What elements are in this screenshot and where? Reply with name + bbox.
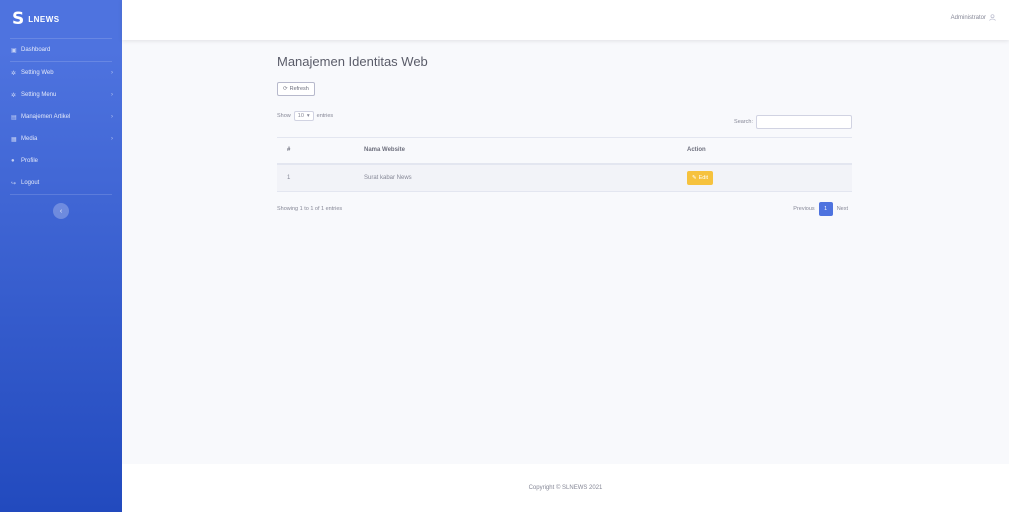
main-content: Manajemen Identitas Web ⟳ Refresh Show 1… (122, 40, 1009, 464)
page-title: Manajemen Identitas Web (277, 54, 428, 69)
brand-mark: S (12, 9, 25, 29)
sidebar-item-label: Manajemen Artikel (21, 114, 71, 120)
refresh-icon: ⟳ (283, 86, 288, 92)
search-label: Search: (734, 119, 753, 125)
sidebar-item-profile[interactable]: ● Profile (0, 150, 122, 172)
refresh-label: Refresh (289, 86, 309, 92)
entries-label: entries (316, 113, 334, 119)
image-icon: ▦ (11, 136, 17, 143)
column-header-action[interactable]: Action (677, 137, 852, 165)
chevron-right-icon: › (111, 92, 113, 98)
logout-icon: ↪ (11, 180, 17, 187)
folder-icon: ▤ (11, 114, 17, 121)
search-input[interactable] (756, 115, 852, 129)
chevron-down-icon: ▾ (306, 113, 310, 119)
pagination-previous[interactable]: Previous (789, 202, 818, 216)
show-label: Show (277, 113, 291, 119)
cell-website-name: Surat kabar News (354, 163, 677, 192)
gear-icon: ✲ (11, 70, 17, 77)
identity-table: # Nama Website Action 1 Surat kabar News… (277, 137, 852, 192)
user-icon: ● (11, 158, 15, 164)
username: Administrator (950, 14, 986, 21)
sidebar-item-label: Profile (21, 158, 39, 164)
sidebar-item-setting-web[interactable]: ✲ Setting Web › (0, 62, 122, 84)
sidebar-item-manajemen-artikel[interactable]: ▤ Manajemen Artikel › (0, 106, 122, 128)
cell-number: 1 (277, 163, 354, 192)
pencil-icon: ✎ (692, 174, 697, 181)
sidebar-item-media[interactable]: ▦ Media › (0, 128, 122, 150)
sidebar-item-label: Setting Web (21, 70, 54, 76)
user-icon (989, 14, 996, 21)
edit-button[interactable]: ✎ Edit (687, 170, 714, 185)
brand-logo[interactable]: S LNEWS (0, 0, 122, 38)
sidebar-toggle-button[interactable]: ‹ (53, 203, 69, 219)
gear-icon: ✲ (11, 92, 17, 99)
sidebar-item-setting-menu[interactable]: ✲ Setting Menu › (0, 84, 122, 106)
table-row: 1 Surat kabar News ✎ Edit (277, 163, 852, 192)
pagination-next[interactable]: Next (833, 202, 852, 216)
pagination-page-1[interactable]: 1 (818, 202, 833, 216)
sidebar-item-label: Dashboard (21, 47, 51, 53)
column-header-number[interactable]: # (277, 137, 354, 165)
sidebar-item-label: Logout (21, 180, 40, 186)
entries-select[interactable]: 10 ▾ (293, 111, 314, 121)
topbar: Administrator (122, 0, 1009, 40)
chevron-left-icon: ‹ (59, 207, 63, 215)
chevron-right-icon: › (111, 70, 113, 76)
sidebar: S LNEWS ▣ Dashboard ✲ Setting Web › ✲ Se… (0, 0, 122, 512)
footer: Copyright © SLNEWS 2021 (122, 464, 1009, 512)
user-dropdown[interactable]: Administrator (951, 14, 996, 21)
chevron-right-icon: › (111, 114, 113, 120)
sidebar-item-label: Media (21, 136, 38, 142)
cell-action: ✎ Edit (677, 163, 852, 192)
table-info: Showing 1 to 1 of 1 entries (277, 206, 343, 212)
sidebar-divider (10, 194, 112, 195)
sidebar-item-label: Setting Menu (21, 92, 57, 98)
pagination: Previous 1 Next (789, 202, 852, 216)
entries-value: 10 (297, 113, 304, 119)
chevron-right-icon: › (111, 136, 113, 142)
dashboard-icon: ▣ (11, 47, 17, 54)
sidebar-item-dashboard[interactable]: ▣ Dashboard (0, 39, 122, 61)
refresh-button[interactable]: ⟳ Refresh (277, 82, 315, 96)
copyright-text: Copyright © SLNEWS 2021 (528, 485, 603, 491)
sidebar-item-logout[interactable]: ↪ Logout (0, 172, 122, 194)
column-header-website-name[interactable]: Nama Website (354, 137, 677, 165)
table-search: Search: (734, 115, 852, 129)
edit-label: Edit (698, 174, 709, 181)
brand-name: LNEWS (28, 14, 60, 24)
table-header-row: # Nama Website Action (277, 137, 852, 165)
entries-length-control: Show 10 ▾ entries (277, 111, 333, 121)
